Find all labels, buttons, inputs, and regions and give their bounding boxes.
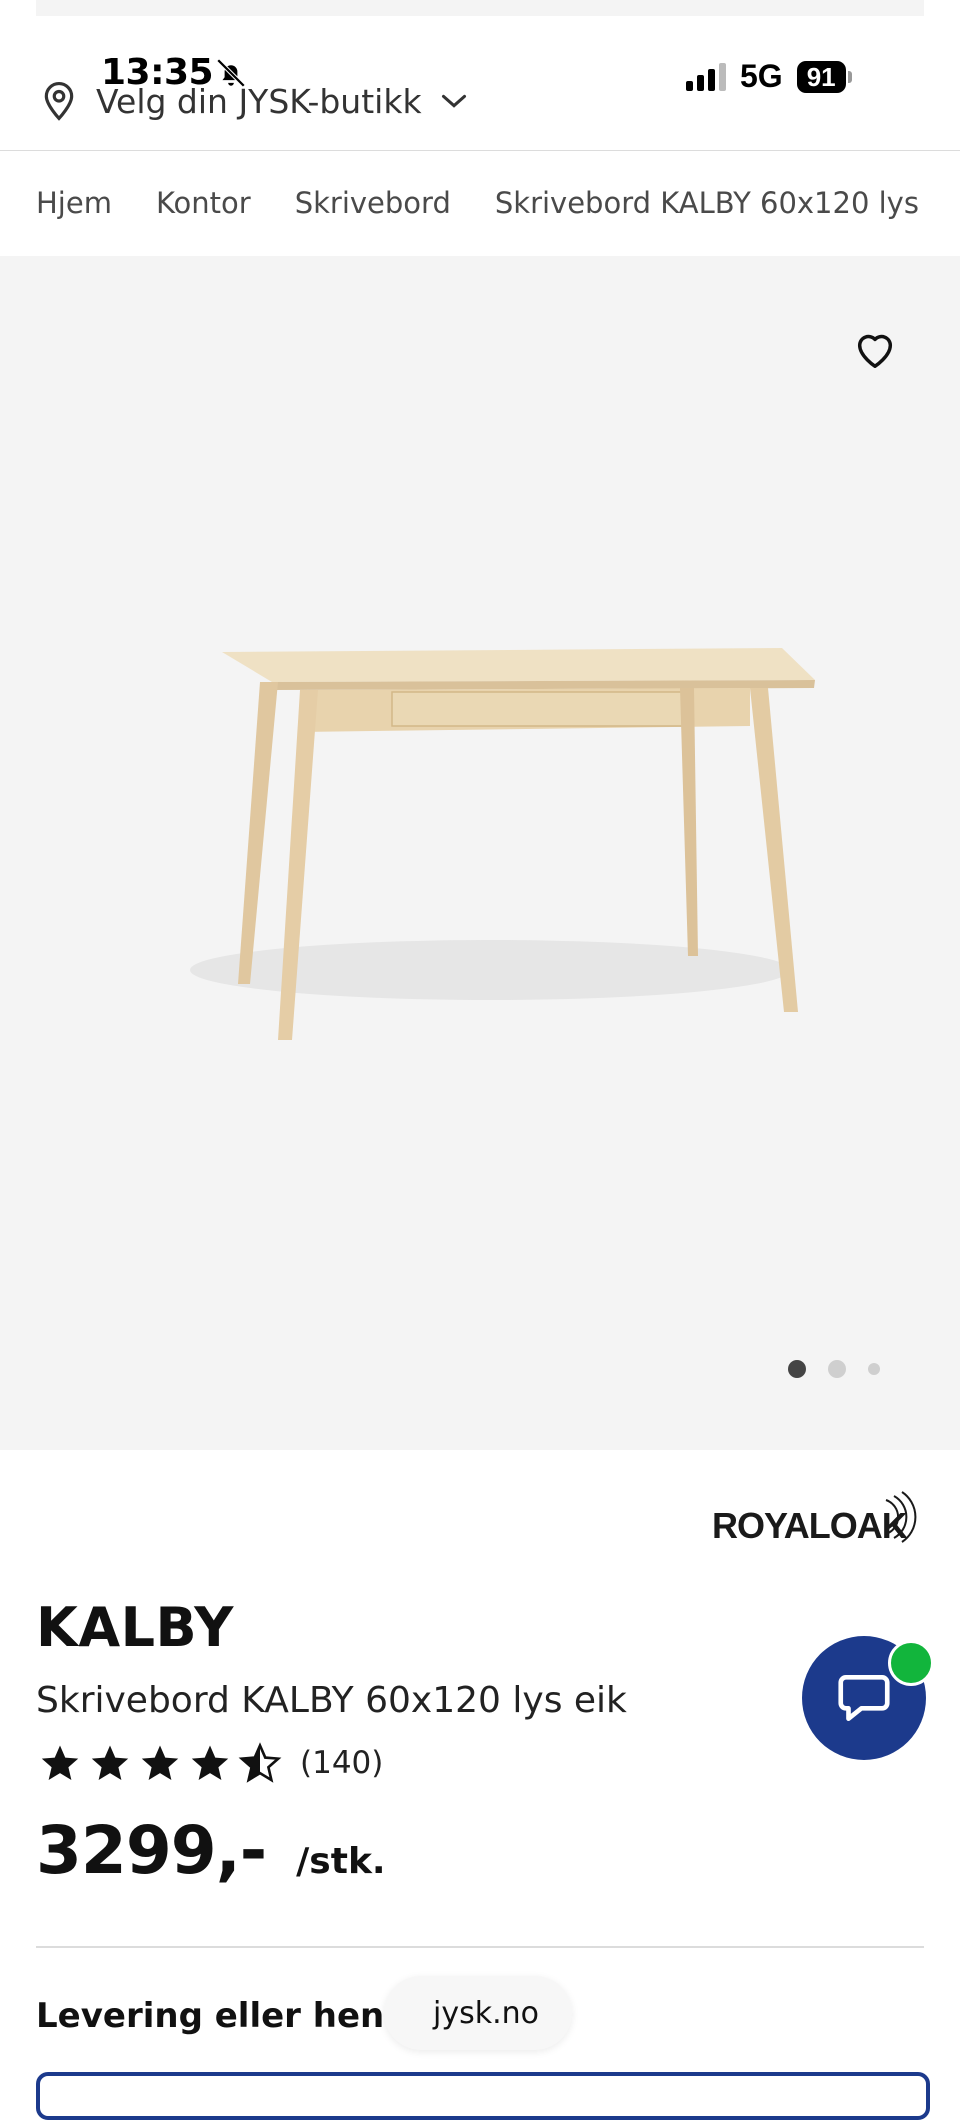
price-unit: /stk. xyxy=(296,1841,386,1882)
star-icon xyxy=(141,1745,179,1780)
brand-logo: ROYALOAK xyxy=(712,1491,917,1546)
product-subtitle: Skrivebord KALBY 60x120 lys eik xyxy=(36,1680,627,1721)
top-strip xyxy=(36,0,924,16)
gallery-dot-2[interactable] xyxy=(828,1360,846,1378)
battery-icon: 91 xyxy=(796,60,852,93)
price-amount: 3299,- xyxy=(36,1812,267,1889)
brand-logo-text: ROYALOAK xyxy=(712,1505,908,1546)
gallery-pagination xyxy=(788,1360,880,1378)
delivery-option-box[interactable] xyxy=(36,2072,930,2120)
product-price: 3299,- /stk. xyxy=(36,1812,386,1889)
breadcrumb-item-current: Skrivebord KALBY 60x120 lys eik xyxy=(494,186,924,220)
signal-icon xyxy=(686,62,726,91)
breadcrumb-item-hjem[interactable]: Hjem xyxy=(36,186,112,220)
status-indicators: 5G 91 xyxy=(686,58,852,95)
heart-icon[interactable] xyxy=(852,326,898,372)
breadcrumb-item-skrivebord[interactable]: Skrivebord xyxy=(295,186,451,220)
battery-level: 91 xyxy=(796,60,846,93)
product-title: KALBY xyxy=(36,1596,234,1659)
review-count: (140) xyxy=(300,1745,384,1781)
gallery-dot-3[interactable] xyxy=(868,1363,880,1375)
network-type: 5G xyxy=(740,58,783,94)
browser-url: jysk.no xyxy=(433,1995,539,2031)
chevron-down-icon xyxy=(441,94,466,108)
gallery-dot-1[interactable] xyxy=(788,1360,806,1378)
product-image-desk xyxy=(190,648,815,1040)
browser-url-pill[interactable]: jysk.no xyxy=(384,1976,572,2050)
product-rating[interactable]: (140) xyxy=(38,1742,383,1784)
store-selector[interactable]: Velg din JYSK-butikk xyxy=(40,80,468,122)
breadcrumb-item-kontor[interactable]: Kontor xyxy=(156,186,251,220)
star-icon xyxy=(91,1745,129,1780)
store-selector-label: Velg din JYSK-butikk xyxy=(96,81,422,121)
location-pin-icon xyxy=(44,81,74,121)
star-icon xyxy=(41,1745,79,1780)
star-half-icon xyxy=(238,1742,282,1783)
breadcrumb: Hjem Kontor Skrivebord Skrivebord KALBY … xyxy=(36,186,924,220)
star-icon xyxy=(191,1745,229,1780)
header-divider xyxy=(0,150,960,151)
chat-online-indicator xyxy=(888,1640,934,1686)
chat-icon xyxy=(838,1675,890,1721)
section-divider xyxy=(36,1946,924,1948)
